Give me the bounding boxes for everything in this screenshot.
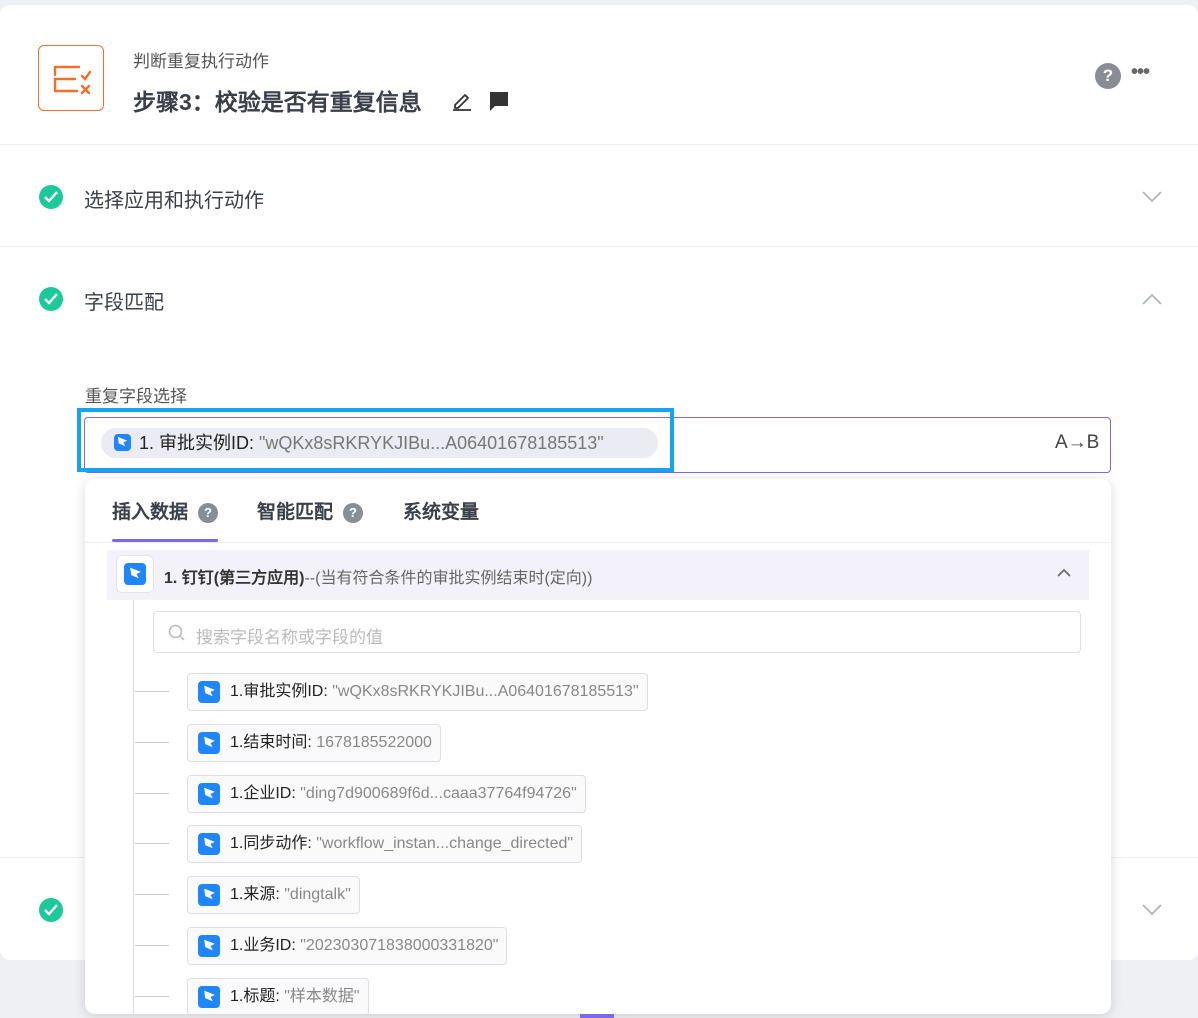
section-select-app[interactable]: 选择应用和执行动作 — [0, 145, 1198, 247]
tree-line — [133, 600, 134, 1014]
more-options-icon[interactable]: ••• — [1131, 61, 1150, 84]
field-chip[interactable]: 1.企业ID: "ding7d900689f6d...caaa37764f947… — [187, 775, 586, 813]
field-chip[interactable]: 1.同步动作: "workflow_instan...change_direct… — [187, 825, 583, 863]
field-chip[interactable]: 1.审批实例ID: "wQKx8sRKRYKJIBu...A0640167818… — [187, 673, 648, 711]
chevron-up-icon[interactable] — [1141, 292, 1163, 306]
insert-data-panel: 插入数据? 智能匹配? 系统变量 1. 钉钉(第三方应用)--(当有符合条件的审… — [85, 479, 1111, 1014]
field-key: 1.来源: — [230, 886, 285, 903]
field-chip[interactable]: 1.来源: "dingtalk" — [187, 876, 360, 914]
field-key: 1.结束时间: — [230, 734, 317, 751]
check-circle-icon — [39, 287, 63, 311]
field-chip[interactable]: 1.标题: "样本数据" — [187, 978, 369, 1014]
field-chip[interactable]: 1.业务ID: "202303071838000331820" — [187, 927, 508, 965]
section-label: 字段匹配 — [84, 292, 164, 314]
group-title: 1. 钉钉(第三方应用)--(当有符合条件的审批实例结束时(定向)) — [164, 564, 592, 588]
tree-branch — [135, 843, 169, 844]
field-value: "wQKx8sRKRYKJIBu...A06401678185513" — [332, 683, 639, 700]
tab-label: 智能匹配 — [257, 502, 334, 523]
field-key: 1.同步动作: — [230, 835, 317, 852]
field-value: 1678185522000 — [316, 734, 432, 751]
dingtalk-icon — [124, 563, 146, 585]
field-value: "workflow_instan...change_directed" — [316, 835, 574, 852]
section-label: 选择应用和执行动作 — [84, 190, 264, 212]
field-key: 1.审批实例ID: — [230, 683, 333, 700]
tab-insert-data[interactable]: 插入数据? — [112, 497, 219, 524]
tab-system-variables[interactable]: 系统变量 — [403, 497, 479, 524]
source-group-dingtalk[interactable]: 1. 钉钉(第三方应用)--(当有符合条件的审批实例结束时(定向)) — [107, 550, 1089, 600]
search-placeholder: 搜索字段名称或字段的值 — [196, 628, 383, 647]
tree-branch — [135, 691, 169, 692]
dingtalk-icon — [198, 681, 220, 703]
field-chip[interactable]: 1.结束时间: 1678185522000 — [187, 724, 441, 762]
app-icon — [38, 45, 104, 111]
tab-smart-match[interactable]: 智能匹配? — [257, 497, 364, 524]
field-value: "ding7d900689f6d...caaa37764f94726" — [300, 785, 577, 802]
check-circle-icon — [39, 898, 63, 922]
chevron-down-icon[interactable] — [1141, 190, 1163, 204]
tree-branch — [135, 996, 169, 997]
text-mode-toggle[interactable]: A→B — [1055, 432, 1099, 454]
comment-icon[interactable] — [488, 90, 510, 112]
step-title: 步骤3：校验是否有重复信息 — [133, 89, 422, 115]
tree-branch — [135, 793, 169, 794]
tree-branch — [135, 742, 169, 743]
field-key: 1.企业ID: — [230, 785, 301, 802]
panel-tabs: 插入数据? 智能匹配? 系统变量 — [85, 479, 1111, 543]
group-desc: --(当有符合条件的审批实例结束时(定向)) — [304, 570, 593, 587]
step-header: 判断重复执行动作 步骤3：校验是否有重复信息 ? ••• — [0, 5, 1198, 145]
field-value: "dingtalk" — [284, 886, 351, 903]
dingtalk-icon — [198, 986, 220, 1008]
group-name: 1. 钉钉(第三方应用) — [164, 570, 305, 587]
edit-pencil-icon[interactable] — [451, 89, 473, 111]
dingtalk-icon — [198, 884, 220, 906]
selection-highlight — [77, 408, 674, 472]
dingtalk-icon — [198, 833, 220, 855]
help-icon[interactable]: ? — [198, 503, 219, 523]
dingtalk-icon — [198, 732, 220, 754]
field-key: 1.标题: — [230, 988, 285, 1005]
tree-branch — [135, 894, 169, 895]
help-icon[interactable]: ? — [343, 503, 364, 523]
dingtalk-icon — [198, 783, 220, 805]
group-icon — [116, 555, 154, 593]
tree-branch — [135, 945, 169, 946]
chevron-down-icon[interactable] — [1141, 903, 1163, 917]
field-search-input[interactable]: 搜索字段名称或字段的值 — [153, 611, 1081, 653]
active-tab-indicator — [112, 539, 218, 542]
field-value: "样本数据" — [284, 988, 360, 1005]
search-icon — [168, 624, 185, 641]
check-circle-icon — [39, 185, 63, 209]
tab-label: 插入数据 — [112, 502, 189, 523]
chevron-up-icon[interactable] — [1057, 568, 1071, 577]
tab-label: 系统变量 — [403, 502, 480, 523]
checklist-x-icon — [53, 65, 92, 95]
help-icon[interactable]: ? — [1095, 63, 1121, 89]
duplicate-field-label: 重复字段选择 — [85, 387, 187, 406]
step-subtitle: 判断重复执行动作 — [133, 52, 269, 71]
dingtalk-icon — [198, 935, 220, 957]
field-value: "202303071838000331820" — [300, 937, 499, 954]
field-key: 1.业务ID: — [230, 937, 301, 954]
bottom-indicator — [580, 1014, 614, 1018]
